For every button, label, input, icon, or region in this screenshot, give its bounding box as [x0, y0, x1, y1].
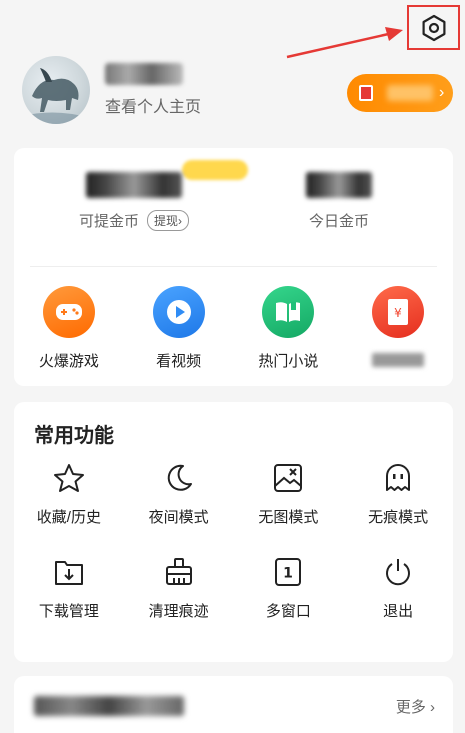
- quick-redpacket[interactable]: ¥: [343, 286, 453, 371]
- feature-no-image[interactable]: 无图模式: [234, 460, 344, 527]
- feature-exit[interactable]: 退出: [343, 554, 453, 621]
- red-envelope-icon: ¥: [372, 286, 425, 338]
- svg-text:¥: ¥: [394, 306, 402, 320]
- quick-games[interactable]: 火爆游戏: [14, 286, 124, 371]
- coins-card: 可提金币 提现› 今日金币 火爆游戏 看视频 热门小说 ¥: [14, 148, 453, 386]
- coin-pill-button[interactable]: ›: [347, 74, 453, 112]
- feature-downloads[interactable]: 下载管理: [14, 554, 124, 621]
- no-image-icon: [270, 460, 306, 496]
- more-link[interactable]: 更多 ›: [396, 696, 435, 717]
- pill-text-redacted: [387, 85, 433, 101]
- feature-clear-traces[interactable]: 清理痕迹: [124, 554, 234, 621]
- quick-video-label: 看视频: [156, 353, 202, 370]
- quick-redpacket-label-redacted: [372, 353, 425, 367]
- avatar[interactable]: [22, 56, 90, 124]
- games-card: 更多 ›: [14, 676, 453, 733]
- today-value-redacted: [306, 172, 372, 198]
- quick-actions: 火爆游戏 看视频 热门小说 ¥: [14, 286, 453, 371]
- annotation-arrow: [286, 27, 403, 59]
- quick-games-label: 火爆游戏: [38, 353, 99, 370]
- games-title-redacted: [34, 696, 184, 716]
- section-title: 常用功能: [34, 425, 114, 447]
- star-icon: [51, 460, 87, 496]
- ghost-icon: [380, 460, 416, 496]
- quick-novels[interactable]: 热门小说: [234, 286, 344, 371]
- feature-night-mode[interactable]: 夜间模式: [124, 460, 234, 527]
- red-envelope-icon: [359, 85, 373, 101]
- feature-multi-window[interactable]: 1 多窗口: [234, 554, 344, 621]
- chevron-right-icon: ›: [430, 699, 435, 716]
- withdraw-button[interactable]: 提现›: [147, 210, 190, 231]
- features-card: 常用功能 收藏/历史 夜间模式 无图模式 无痕模式 下载管理 清理痕迹 1 多窗…: [14, 402, 453, 662]
- chevron-right-icon: ›: [439, 84, 445, 101]
- broom-icon: [161, 554, 197, 590]
- divider: [30, 266, 437, 267]
- username-redacted: [105, 63, 183, 85]
- power-icon: [380, 554, 416, 590]
- gamepad-icon: [42, 286, 95, 338]
- quick-video[interactable]: 看视频: [124, 286, 234, 371]
- settings-hexagon-icon: [421, 14, 445, 41]
- withdrawable-label: 可提金币: [78, 213, 139, 230]
- play-icon: [152, 286, 205, 338]
- today-coins[interactable]: 今日金币: [264, 172, 414, 231]
- moon-icon: [161, 460, 197, 496]
- withdrawable-coins[interactable]: 可提金币 提现›: [54, 172, 214, 231]
- withdrawable-value-redacted: [86, 172, 182, 198]
- svg-text:1: 1: [284, 566, 294, 582]
- multi-window-icon: 1: [270, 554, 306, 590]
- profile-header[interactable]: 查看个人主页: [22, 56, 201, 124]
- book-icon: [262, 286, 315, 338]
- quick-novels-label: 热门小说: [258, 353, 319, 370]
- today-label: 今日金币: [308, 213, 369, 230]
- view-homepage-link[interactable]: 查看个人主页: [105, 93, 201, 117]
- features-grid: 收藏/历史 夜间模式 无图模式 无痕模式 下载管理 清理痕迹 1 多窗口 退出: [14, 460, 453, 621]
- settings-button[interactable]: [407, 5, 460, 50]
- feature-favorites-history[interactable]: 收藏/历史: [14, 460, 124, 527]
- download-icon: [51, 554, 87, 590]
- feature-incognito[interactable]: 无痕模式: [343, 460, 453, 527]
